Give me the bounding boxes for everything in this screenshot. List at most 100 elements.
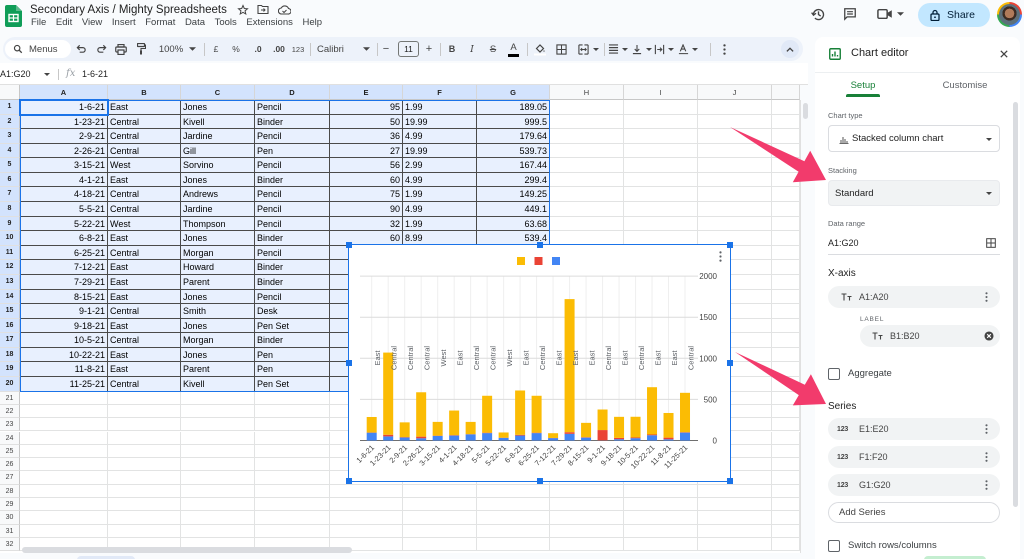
italic-button[interactable]: I xyxy=(467,37,477,61)
row-header-30[interactable]: 30 xyxy=(0,511,20,525)
tab-customise[interactable]: Customise xyxy=(937,80,993,92)
bar-segment-series3-20[interactable] xyxy=(680,392,691,433)
cell-b1[interactable]: East xyxy=(108,100,181,115)
cell-g2[interactable]: 999.5 xyxy=(477,114,550,130)
cell-h7[interactable] xyxy=(550,187,624,203)
resize-handle-right[interactable] xyxy=(727,360,733,366)
cell-c16[interactable]: Jones xyxy=(181,318,255,334)
cell-h4[interactable] xyxy=(550,143,624,159)
cell-e7[interactable]: 75 xyxy=(330,187,403,203)
cell-d15[interactable]: Desk xyxy=(255,304,330,319)
undo-icon[interactable] xyxy=(74,37,88,61)
cell-k31[interactable] xyxy=(772,524,800,538)
horizontal-scroll-thumb[interactable] xyxy=(22,547,352,553)
cell-h10[interactable] xyxy=(550,231,624,246)
cell-h3[interactable] xyxy=(550,129,624,144)
column-header-d[interactable]: D xyxy=(255,85,330,100)
cell-i2[interactable] xyxy=(624,114,698,130)
cell-i3[interactable] xyxy=(624,129,698,144)
resize-handle-bottom[interactable] xyxy=(536,478,543,484)
cell-b28[interactable] xyxy=(108,484,181,498)
cell-d27[interactable] xyxy=(255,471,330,485)
cell-e4[interactable]: 27 xyxy=(330,143,403,159)
cell-c25[interactable] xyxy=(181,444,255,459)
cell-d22[interactable] xyxy=(255,404,330,419)
row-header-31[interactable]: 31 xyxy=(0,524,20,538)
cell-a15[interactable]: 9-1-21 xyxy=(20,304,108,319)
merge-cells-icon[interactable] xyxy=(576,37,590,61)
cell-a4[interactable]: 2-26-21 xyxy=(20,143,108,159)
cell-g3[interactable]: 179.64 xyxy=(477,129,550,144)
cell-a30[interactable] xyxy=(20,511,108,525)
cell-c28[interactable] xyxy=(181,484,255,498)
bar-segment-series3-15[interactable] xyxy=(597,409,608,431)
row-header-10[interactable]: 10 xyxy=(0,231,20,246)
cell-b3[interactable]: Central xyxy=(108,129,181,144)
cell-e2[interactable]: 50 xyxy=(330,114,403,130)
cell-f7[interactable]: 1.99 xyxy=(403,187,477,203)
cell-b24[interactable] xyxy=(108,431,181,445)
row-header-18[interactable]: 18 xyxy=(0,347,20,363)
cell-k9[interactable] xyxy=(772,216,800,232)
cell-a19[interactable]: 11-8-21 xyxy=(20,362,108,378)
bar-segment-series3-7[interactable] xyxy=(465,421,476,435)
star-icon[interactable] xyxy=(236,3,249,16)
cell-a7[interactable]: 4-18-21 xyxy=(20,187,108,203)
cell-c24[interactable] xyxy=(181,431,255,445)
cell-d10[interactable]: Binder xyxy=(255,231,330,246)
select-data-range-grid-icon[interactable] xyxy=(985,237,997,249)
cell-d26[interactable] xyxy=(255,458,330,472)
cell-k29[interactable] xyxy=(772,498,800,512)
cell-d14[interactable]: Pencil xyxy=(255,289,330,305)
cell-b29[interactable] xyxy=(108,498,181,512)
bar-segment-series1-1[interactable] xyxy=(366,432,377,441)
cell-k15[interactable] xyxy=(772,304,800,319)
cell-a14[interactable]: 8-15-21 xyxy=(20,289,108,305)
bar-segment-series2-10[interactable] xyxy=(515,434,526,436)
bold-button[interactable]: B xyxy=(447,37,457,61)
cell-j3[interactable] xyxy=(698,129,772,144)
cell-b25[interactable] xyxy=(108,444,181,459)
increase-decimal-button[interactable]: .00 xyxy=(270,37,288,61)
comments-icon[interactable] xyxy=(842,6,858,22)
cell-j9[interactable] xyxy=(698,216,772,232)
cell-k14[interactable] xyxy=(772,289,800,305)
cell-a23[interactable] xyxy=(20,418,108,432)
cell-c23[interactable] xyxy=(181,418,255,432)
cell-e9[interactable]: 32 xyxy=(330,216,403,232)
cell-k30[interactable] xyxy=(772,511,800,525)
cell-c17[interactable]: Morgan xyxy=(181,333,255,348)
bar-segment-series1-16[interactable] xyxy=(614,439,625,441)
menu-insert[interactable]: Insert xyxy=(112,16,136,30)
cell-c4[interactable]: Gill xyxy=(181,143,255,159)
cell-g31[interactable] xyxy=(477,524,550,538)
cell-g1[interactable]: 189.05 xyxy=(477,100,550,115)
bar-segment-series1-5[interactable] xyxy=(432,435,443,441)
cell-a26[interactable] xyxy=(20,458,108,472)
cell-k27[interactable] xyxy=(772,471,800,485)
cell-e6[interactable]: 60 xyxy=(330,172,403,188)
menu-view[interactable]: View xyxy=(82,16,102,30)
cell-h28[interactable] xyxy=(550,484,624,498)
formula-input[interactable]: 1-6-21 xyxy=(82,68,108,80)
cell-d29[interactable] xyxy=(255,498,330,512)
cell-a2[interactable]: 1-23-21 xyxy=(20,114,108,130)
cell-e28[interactable] xyxy=(330,484,403,498)
row-header-11[interactable]: 11 xyxy=(0,245,20,261)
embedded-chart[interactable]: 0 500 1000 1500 2000 East Central Central Centra… xyxy=(346,242,733,484)
cell-g5[interactable]: 167.44 xyxy=(477,158,550,173)
cell-a8[interactable]: 5-5-21 xyxy=(20,202,108,217)
row-header-7[interactable]: 7 xyxy=(0,187,20,203)
cell-j7[interactable] xyxy=(698,187,772,203)
cell-i5[interactable] xyxy=(624,158,698,173)
cell-c22[interactable] xyxy=(181,404,255,419)
cell-b26[interactable] xyxy=(108,458,181,472)
bar-segment-series3-1[interactable] xyxy=(366,416,377,433)
text-color-button[interactable]: A xyxy=(508,37,519,61)
column-header-j[interactable]: J xyxy=(698,85,772,100)
cell-h5[interactable] xyxy=(550,158,624,173)
cell-k10[interactable] xyxy=(772,231,800,246)
bar-segment-series1-8[interactable] xyxy=(482,433,493,441)
cell-g8[interactable]: 449.1 xyxy=(477,202,550,217)
bar-segment-series2-17[interactable] xyxy=(630,437,641,439)
